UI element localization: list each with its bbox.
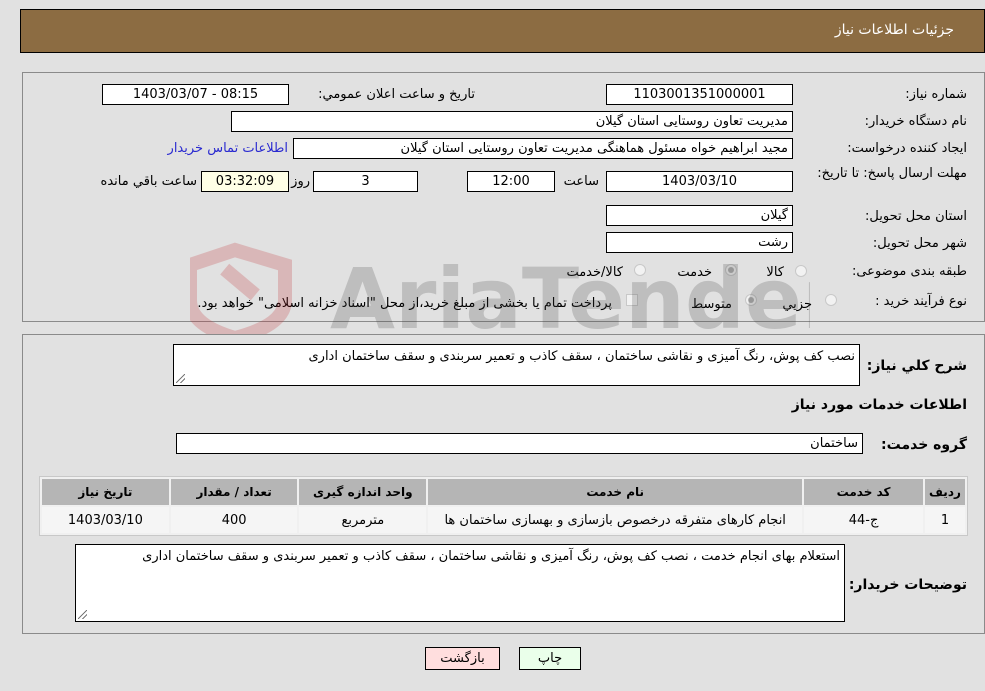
announce-datetime-label: تاریخ و ساعت اعلان عمومي: [318, 87, 475, 102]
cell-need-date: 1403/03/10 [42, 507, 169, 533]
category-option-goods: کالا [766, 265, 784, 280]
process-radio-medium[interactable] [745, 294, 757, 306]
purchase-process-label: نوع فرآیند خرید : [875, 294, 967, 309]
buyer-notes-label: توضیحات خریدار: [848, 577, 967, 593]
buyer-notes-text: استعلام بهای انجام خدمت ، نصب کف پوش، رن… [142, 549, 840, 564]
col-header-service-code: کد خدمت [804, 479, 923, 505]
category-option-service: خدمت [677, 265, 712, 280]
days-remaining-field[interactable]: 3 [313, 171, 418, 192]
delivery-province-field[interactable]: گیلان [606, 205, 793, 226]
cell-service-code: ج-44 [804, 507, 923, 533]
delivery-city-label: شهر محل تحویل: [872, 236, 967, 251]
process-radio-minor[interactable] [825, 294, 837, 306]
page-title: جزئیات اطلاعات نیاز [834, 22, 954, 38]
process-option-minor: جزيي [782, 297, 812, 312]
buyer-notes-textarea[interactable]: استعلام بهای انجام خدمت ، نصب کف پوش، رن… [75, 544, 845, 622]
description-text: نصب کف پوش، رنگ آمیزی و نقاشی ساختمان ، … [308, 349, 855, 364]
page-header: جزئیات اطلاعات نیاز [20, 9, 985, 53]
delivery-city-field[interactable]: رشت [606, 232, 793, 253]
deadline-date-field[interactable]: 1403/03/10 [606, 171, 793, 192]
buyer-org-label: نام دستگاه خریدار: [864, 114, 967, 129]
col-header-need-date: تاریخ نیاز [42, 479, 169, 505]
back-button[interactable]: بازگشت [425, 647, 500, 670]
remaining-time-field: 03:32:09 [201, 171, 289, 192]
description-label: شرح کلي نیاز: [866, 358, 967, 374]
col-header-unit: واحد اندازه گیری [299, 479, 427, 505]
cell-unit: مترمربع [299, 507, 427, 533]
col-header-row-number: ردیف [924, 479, 965, 505]
col-header-quantity: تعداد / مقدار [170, 479, 298, 505]
requester-field[interactable]: مجید ابراهیم خواه مسئول هماهنگی مدیریت ت… [293, 138, 793, 159]
announce-datetime-field[interactable]: 1403/03/07 - 08:15 [102, 84, 289, 105]
resize-grip-icon[interactable] [78, 610, 87, 619]
cell-row-number: 1 [924, 507, 965, 533]
category-option-goods-service: کالا/خدمت [566, 265, 623, 280]
description-textarea[interactable]: نصب کف پوش، رنگ آمیزی و نقاشی ساختمان ، … [173, 344, 860, 386]
resize-grip-icon[interactable] [176, 374, 185, 383]
deadline-time-label: ساعت [563, 174, 599, 189]
buyer-contact-link[interactable]: اطلاعات تماس خریدار [168, 141, 288, 156]
deadline-time-field[interactable]: 12:00 [467, 171, 555, 192]
need-number-label: شماره نیاز: [905, 87, 967, 102]
service-group-label: گروه خدمت: [881, 437, 967, 453]
cell-service-name: انجام کارهای متفرقه درخصوص بازسازی و بهس… [428, 507, 803, 533]
treasury-checkbox-label: پرداخت تمام یا بخشی از مبلغ خرید،از محل … [197, 296, 612, 311]
remaining-time-label: ساعت باقي مانده [100, 174, 197, 189]
category-radio-goods-service[interactable] [634, 264, 646, 276]
services-table: ردیف کد خدمت نام خدمت واحد اندازه گیری ت… [39, 476, 968, 536]
need-info-panel [22, 72, 985, 322]
service-group-field[interactable]: ساختمان [176, 433, 863, 454]
process-option-medium: متوسط [691, 297, 732, 312]
category-label: طبقه بندی موضوعی: [851, 264, 967, 279]
treasury-checkbox[interactable] [626, 294, 638, 306]
buyer-org-field[interactable]: مدیریت تعاون روستایی استان گیلان [231, 111, 793, 132]
need-number-field[interactable]: 1103001351000001 [606, 84, 793, 105]
category-radio-service[interactable] [725, 264, 737, 276]
category-radio-goods[interactable] [795, 265, 807, 277]
col-header-service-name: نام خدمت [428, 479, 803, 505]
delivery-province-label: استان محل تحویل: [865, 209, 967, 224]
table-row: 1 ج-44 انجام کارهای متفرقه درخصوص بازساز… [42, 507, 965, 533]
print-button[interactable]: چاپ [519, 647, 581, 670]
services-section-title: اطلاعات خدمات مورد نیاز [791, 397, 967, 413]
deadline-label: مهلت ارسال پاسخ: تا تاریخ: [817, 166, 967, 181]
table-header-row: ردیف کد خدمت نام خدمت واحد اندازه گیری ت… [42, 479, 965, 505]
cell-quantity: 400 [170, 507, 298, 533]
requester-label: ایجاد کننده درخواست: [847, 141, 967, 156]
